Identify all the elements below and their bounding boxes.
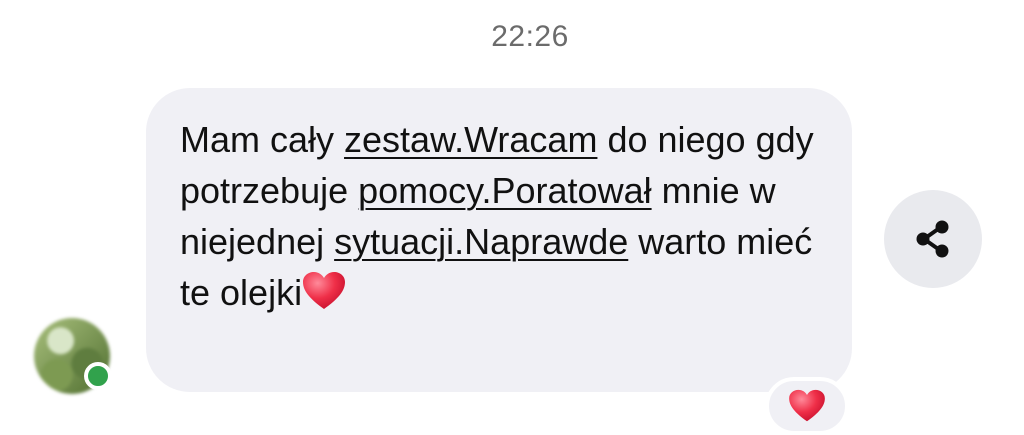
heart-icon <box>789 389 825 422</box>
message-text: Mam cały zestaw.Wracam do niego gdy potr… <box>180 114 822 318</box>
message-segment: Mam cały <box>180 119 345 160</box>
share-icon <box>916 220 949 258</box>
sender-avatar[interactable] <box>34 318 112 394</box>
reaction-badge[interactable] <box>765 377 849 435</box>
message-timestamp: 22:26 <box>491 20 569 53</box>
heart-icon <box>303 272 346 309</box>
message-segment-link[interactable]: sytuacji.Naprawde <box>334 221 628 262</box>
message-segment-link[interactable]: zestaw.Wracam <box>344 119 597 160</box>
online-status-dot <box>84 362 112 390</box>
share-button[interactable] <box>884 190 982 288</box>
message-segment-link[interactable]: pomocy.Poratował <box>358 170 651 211</box>
message-bubble[interactable]: Mam cały zestaw.Wracam do niego gdy potr… <box>146 88 852 392</box>
